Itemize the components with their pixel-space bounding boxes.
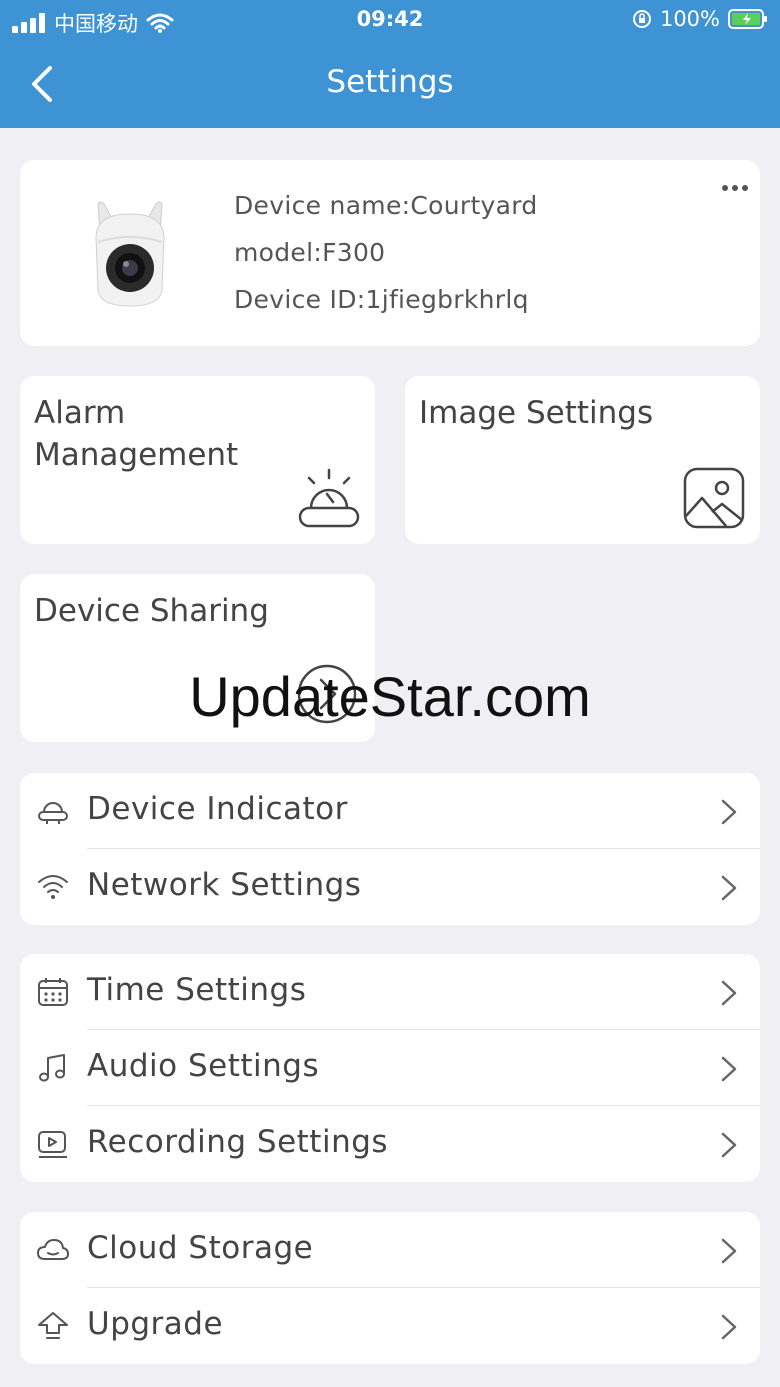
chevron-right-icon [721,1314,737,1340]
watermark: UpdateStar.com [189,665,591,728]
status-bar: 中国移动 09:42 100% [0,0,780,40]
settings-group-1: Device Indicator Network Settings [20,773,760,925]
wifi-icon [38,875,68,899]
device-name: Device name:Courtyard [234,191,538,220]
device-indicator-label: Device Indicator [87,791,348,827]
alarm-management-tile[interactable]: Alarm Management [20,376,375,544]
time-settings-row[interactable]: Time Settings [20,954,760,1030]
audio-settings-row[interactable]: Audio Settings [20,1030,760,1106]
image-settings-tile[interactable]: Image Settings [405,376,760,544]
device-sharing-label: Device Sharing [34,593,269,629]
chevron-right-icon [721,1056,737,1082]
time-settings-label: Time Settings [87,972,307,1008]
upgrade-icon [38,1312,68,1339]
indicator-light-icon [38,802,68,824]
device-id: Device ID:1jfiegbrkhrlq [234,285,529,314]
chevron-right-icon [721,1238,737,1264]
network-settings-row[interactable]: Network Settings [20,849,760,925]
settings-group-3: Cloud Storage Upgrade [20,1212,760,1364]
image-settings-label: Image Settings [419,395,654,431]
cloud-storage-label: Cloud Storage [87,1230,314,1266]
device-indicator-row[interactable]: Device Indicator [20,773,760,849]
settings-group-2: Time Settings Audio Settings Recording S… [20,954,760,1182]
chevron-right-icon [721,799,737,825]
image-icon [683,467,745,529]
nav-bar: Settings [0,40,780,128]
chevron-right-icon [721,875,737,901]
rotation-lock-icon [632,10,651,28]
header: 中国移动 09:42 100% Settings [0,0,780,128]
music-note-icon [39,1054,65,1082]
video-recorder-icon [38,1131,67,1158]
recording-settings-row[interactable]: Recording Settings [20,1106,760,1182]
alarm-management-label: Alarm Management [34,395,239,473]
upgrade-label: Upgrade [87,1306,224,1342]
battery-percent: 100% [659,7,720,31]
chevron-right-icon [721,980,737,1006]
audio-settings-label: Audio Settings [87,1048,320,1084]
device-model: model:F300 [234,238,386,267]
battery-icon [728,9,767,29]
device-info: Device name:Courtyard model:F300 Device … [234,190,538,331]
calendar-icon [38,978,68,1006]
camera-image [95,201,165,307]
recording-settings-label: Recording Settings [87,1124,389,1160]
more-options-icon[interactable] [718,178,752,198]
network-settings-label: Network Settings [87,867,362,903]
page-title: Settings [326,64,454,100]
upgrade-row[interactable]: Upgrade [20,1288,760,1364]
status-right: 100% [632,7,768,31]
chevron-right-icon [721,1132,737,1158]
alarm-icon [298,468,360,528]
device-info-card[interactable]: Device name:Courtyard model:F300 Device … [20,160,760,346]
cloud-icon [37,1239,69,1260]
cloud-storage-row[interactable]: Cloud Storage [20,1212,760,1288]
